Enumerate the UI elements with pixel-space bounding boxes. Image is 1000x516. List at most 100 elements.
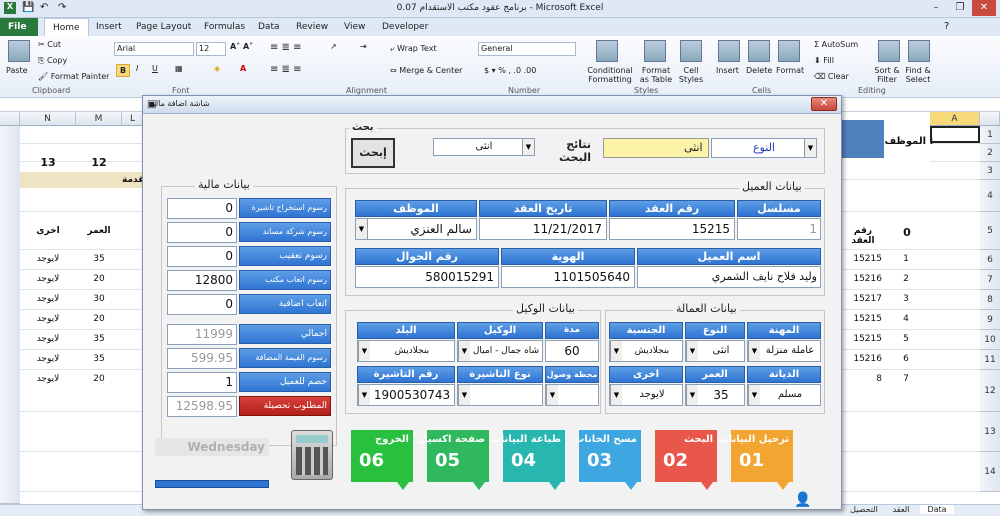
agent-select[interactable]: شاه جمال - اميال ▼ <box>457 340 543 362</box>
cell-contract[interactable]: 15217 <box>842 294 884 304</box>
cell-n[interactable]: 3 <box>884 294 930 304</box>
cell-contract[interactable]: 15216 <box>842 274 884 284</box>
financial-input[interactable]: 1 <box>167 372 237 393</box>
client-name-value[interactable]: وليد فلاح نايف الشمري <box>637 266 821 288</box>
format-cells-button[interactable]: Format <box>776 66 804 75</box>
cell-n[interactable]: 7 <box>884 374 930 384</box>
cell-age[interactable]: 30 <box>76 294 122 304</box>
search-results-select[interactable]: انثى ▼ <box>433 138 535 156</box>
search-field-select[interactable]: النوع ▼ <box>711 138 817 158</box>
chevron-down-icon[interactable]: ▼ <box>522 139 534 155</box>
active-cell-a1[interactable] <box>930 126 980 143</box>
conditional-formatting-button[interactable]: Conditional Formatting <box>584 66 636 84</box>
tab-file[interactable]: File <box>0 18 38 36</box>
underline-button[interactable]: U <box>152 64 158 73</box>
indent-icon[interactable]: ⇥ <box>360 42 367 51</box>
align-left-icon[interactable]: ≡ ≣ ≡ <box>270 64 302 75</box>
financial-input[interactable]: 12598.95 <box>167 396 237 417</box>
tab-insert[interactable]: Insert <box>88 18 130 36</box>
cell-n[interactable]: 2 <box>884 274 930 284</box>
cell-age[interactable]: 20 <box>76 274 122 284</box>
search-value-input[interactable]: انثى <box>603 138 709 158</box>
insert-cells-button[interactable]: Insert <box>716 66 739 75</box>
cell-age[interactable]: 35 <box>76 354 122 364</box>
align-top-icon[interactable]: ≡ ≣ ≡ <box>270 42 302 53</box>
column-header-l[interactable]: L <box>122 112 144 126</box>
cell-age[interactable]: 35 <box>76 334 122 344</box>
visa-type-select[interactable]: ▼ <box>457 384 543 406</box>
job-select[interactable]: عاملة منزلة ▼ <box>747 340 821 362</box>
tab-page-layout[interactable]: Page Layout <box>128 18 199 36</box>
paste-button[interactable]: Paste <box>6 66 28 75</box>
row-header[interactable]: 6 <box>980 250 1000 270</box>
wrap-text-button[interactable]: ⤶ Wrap Text <box>390 44 437 54</box>
calculator-icon[interactable] <box>291 430 333 480</box>
font-name-select[interactable]: Arial <box>114 42 194 56</box>
chevron-down-icon[interactable]: ▼ <box>610 385 622 405</box>
column-header-n[interactable]: N <box>20 112 76 126</box>
chevron-down-icon[interactable]: ▼ <box>458 341 470 361</box>
station-select[interactable]: ▼ <box>545 384 599 406</box>
currency-icon[interactable]: $ ▾ % , .0 .00 <box>484 66 536 75</box>
cell-other[interactable]: لايوجد <box>20 314 76 324</box>
number-format-select[interactable]: General <box>478 42 576 56</box>
copy-button[interactable]: ⎘ Copy <box>38 56 67 66</box>
autosum-button[interactable]: Σ AutoSum <box>814 40 858 49</box>
delete-cells-button[interactable]: Delete <box>746 66 772 75</box>
mobile-value[interactable]: 580015291 <box>355 266 499 288</box>
cell-contract[interactable]: 15215 <box>842 314 884 324</box>
sort-filter-icon[interactable] <box>878 40 900 62</box>
gender-select[interactable]: انثى ▼ <box>685 340 745 362</box>
count-b[interactable]: 0 <box>884 226 930 239</box>
merge-center-button[interactable]: ⇔ Merge & Center <box>390 66 462 75</box>
row-header[interactable]: 12 <box>980 370 1000 412</box>
restore-icon[interactable]: ❐ <box>948 0 972 16</box>
column-header-m[interactable]: M <box>76 112 122 126</box>
find-select-button[interactable]: Find & Select <box>902 66 934 84</box>
contract-date-value[interactable]: 11/21/2017 <box>479 218 607 240</box>
italic-button[interactable]: I <box>136 64 138 73</box>
action-button-04[interactable]: طباعة البيانات 04 <box>491 430 565 490</box>
chevron-down-icon[interactable]: ▼ <box>356 219 368 239</box>
search-button[interactable]: إبحث <box>351 138 395 168</box>
cell-contract[interactable]: 15215 <box>842 254 884 264</box>
row-header[interactable]: 9 <box>980 310 1000 330</box>
chevron-down-icon[interactable]: ▼ <box>748 341 760 361</box>
row-header[interactable]: 1 <box>980 126 1000 144</box>
action-button-03[interactable]: مسح الخانات 03 <box>574 430 641 490</box>
conditional-formatting-icon[interactable] <box>596 40 618 62</box>
tab-review[interactable]: Review <box>288 18 336 36</box>
cell-contract[interactable]: 8 <box>842 374 884 384</box>
delete-cells-icon[interactable] <box>748 40 770 62</box>
cell-age[interactable]: 35 <box>76 254 122 264</box>
row-header[interactable]: 14 <box>980 452 1000 492</box>
clear-button[interactable]: ⌫ Clear <box>814 72 849 81</box>
row-header[interactable]: 13 <box>980 412 1000 452</box>
employee-select[interactable]: سالم العنزي ▼ <box>355 218 477 240</box>
cell-age[interactable]: 20 <box>76 374 122 384</box>
financial-input[interactable]: 0 <box>167 222 237 243</box>
period-value[interactable]: 60 <box>545 340 599 362</box>
tab-formulas[interactable]: Formulas <box>196 18 253 36</box>
cell-m3[interactable]: 12 <box>76 156 122 169</box>
cell-contract[interactable]: 15215 <box>842 334 884 344</box>
row-header[interactable]: 10 <box>980 330 1000 350</box>
select-all-corner[interactable] <box>0 112 20 126</box>
format-table-icon[interactable] <box>644 40 666 62</box>
chevron-down-icon[interactable]: ▼ <box>458 385 470 405</box>
paste-icon[interactable] <box>8 40 30 62</box>
contract-no-value[interactable]: 15215 <box>609 218 735 240</box>
chevron-down-icon[interactable]: ▼ <box>804 139 816 157</box>
border-icon[interactable]: ▦ <box>175 64 183 73</box>
tab-developer[interactable]: Developer <box>374 18 436 36</box>
cell-other[interactable]: لايوجد <box>20 334 76 344</box>
help-icon[interactable]: ? <box>944 21 949 32</box>
column-header-a[interactable]: A <box>930 112 980 126</box>
format-painter-button[interactable]: 🖌 Format Painter <box>38 72 109 81</box>
cell-age[interactable]: 20 <box>76 314 122 324</box>
fill-color-icon[interactable]: ◈ <box>214 64 220 73</box>
cell-n[interactable]: 5 <box>884 334 930 344</box>
format-cells-icon[interactable] <box>778 40 800 62</box>
minimize-icon[interactable]: – <box>924 0 948 16</box>
action-button-06[interactable]: الخروج 06 <box>351 430 413 490</box>
